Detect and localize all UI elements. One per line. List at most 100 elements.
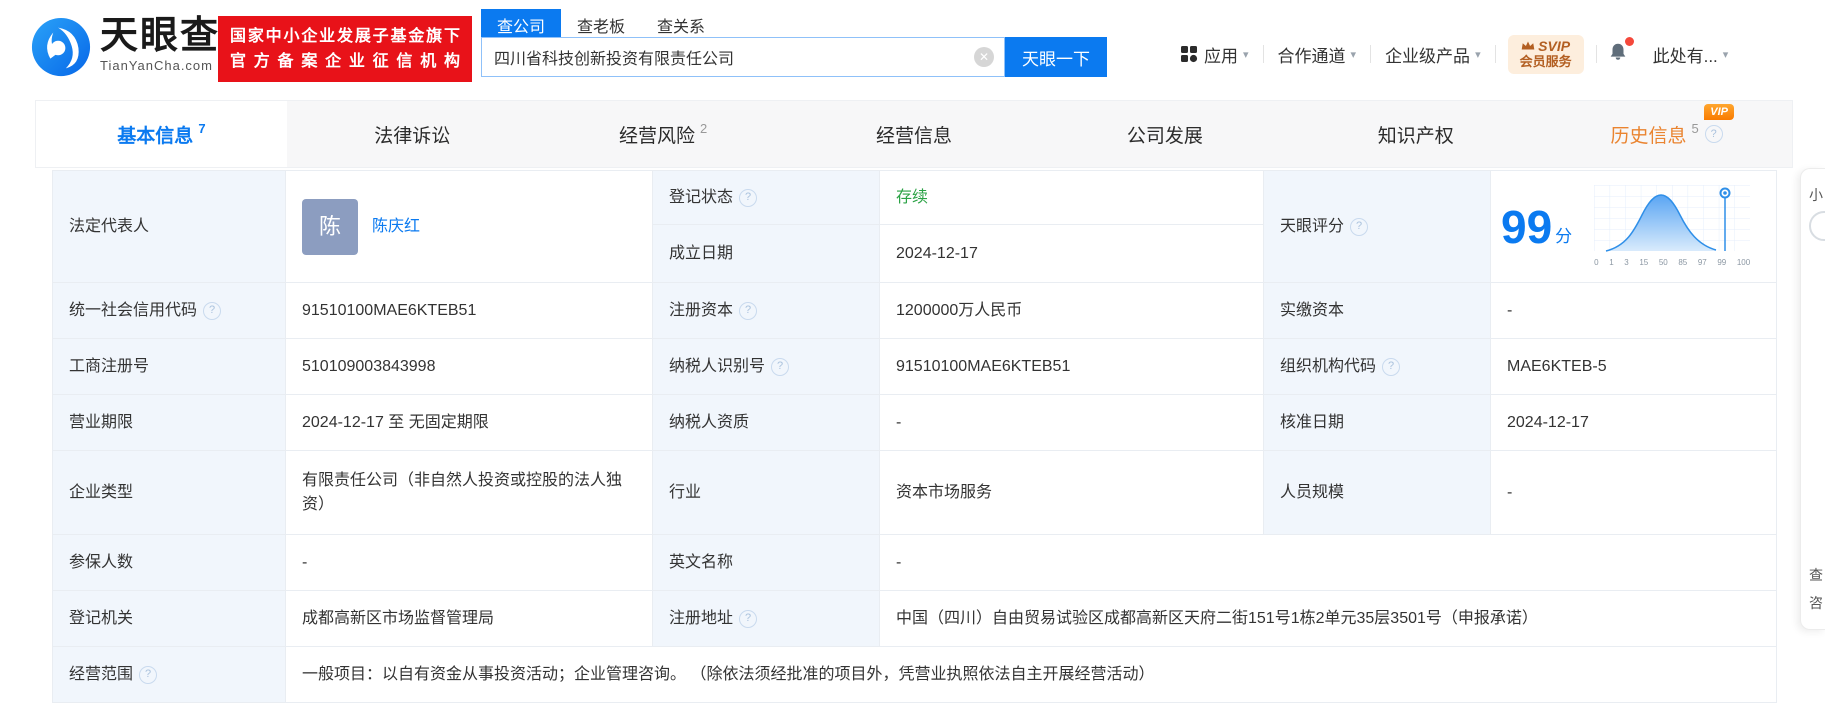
field-industry-label: 行业 — [653, 451, 880, 535]
nav-apps-label: 应用 — [1204, 46, 1238, 66]
avatar[interactable]: 陈 — [302, 198, 358, 255]
score-unit: 分 — [1555, 226, 1573, 246]
field-established-value: 2024-12-17 — [880, 225, 1264, 283]
tab-label: 基本信息 — [117, 125, 194, 147]
field-registration-status-value: 存续 — [880, 171, 1264, 225]
field-registered-address-label: 注册地址 ? — [653, 591, 880, 647]
toolbar-fragment: 咨 — [1809, 595, 1823, 611]
field-paid-in-capital-value: - — [1491, 283, 1777, 339]
tab-company-development[interactable]: 公司发展 — [1039, 101, 1290, 167]
grid-icon — [1181, 46, 1198, 63]
field-org-code-label: 组织机构代码 ? — [1264, 339, 1491, 395]
svip-service-label: 会员服务 — [1519, 53, 1572, 69]
company-info-table: 法定代表人 陈 陈庆红 登记状态 ? 存续 天眼评分 ? 99 分 0 1 3 … — [52, 170, 1777, 703]
tab-intellectual-property[interactable]: 知识产权 — [1290, 101, 1541, 167]
tab-business-info[interactable]: 经营信息 — [789, 101, 1040, 167]
field-registered-address-value: 中国（四川）自由贸易试验区成都高新区天府二街151号1栋2单元35层3501号（… — [880, 591, 1777, 647]
search-box: ✕ — [481, 37, 1005, 77]
field-registration-authority-label: 登记机关 — [53, 591, 286, 647]
tianyancha-logo-icon — [30, 16, 92, 83]
notifications-bell[interactable] — [1607, 36, 1634, 68]
tab-label: 公司发展 — [1126, 125, 1203, 147]
score-distribution-chart: 01 3 15 50 85 97 99 100 — [1594, 184, 1751, 269]
field-insured-count-value: - — [286, 535, 653, 591]
gov-badge-line2: 官方备案企业征信机构 — [230, 53, 460, 70]
help-icon[interactable]: ? — [1382, 357, 1401, 376]
field-taxpayer-id-value: 91510100MAE6KTEB51 — [880, 339, 1264, 395]
help-icon[interactable]: ? — [1704, 125, 1723, 143]
field-reg-number-value: 510109003843998 — [286, 339, 653, 395]
field-approval-date-value: 2024-12-17 — [1491, 395, 1777, 451]
gov-certification-badge: 国家中小企业发展子基金旗下 官方备案企业征信机构 — [218, 16, 472, 82]
field-paid-in-capital-label: 实缴资本 — [1264, 283, 1491, 339]
logo-brand-text: 天眼查 — [100, 15, 221, 57]
svip-membership-badge[interactable]: SVIP 会员服务 — [1507, 34, 1584, 74]
chevron-down-icon: ▾ — [1350, 48, 1357, 61]
field-staff-size-value: - — [1491, 451, 1777, 535]
help-icon[interactable]: ? — [203, 301, 222, 320]
tab-basic-info[interactable]: 基本信息 7 — [36, 101, 287, 167]
help-icon[interactable]: ? — [739, 609, 758, 628]
field-org-code-value: MAE6KTEB-5 — [1491, 339, 1777, 395]
nav-partner-label: 合作通道 — [1277, 46, 1346, 66]
divider — [1595, 45, 1597, 63]
svip-label: SVIP — [1538, 37, 1571, 54]
field-business-scope-label: 经营范围 ? — [53, 647, 286, 703]
search-input[interactable] — [482, 48, 974, 66]
field-industry-value: 资本市场服务 — [880, 451, 1264, 535]
field-staff-size-label: 人员规模 — [1264, 451, 1491, 535]
tab-label: 法律诉讼 — [374, 125, 451, 147]
help-icon[interactable]: ? — [739, 188, 758, 207]
field-company-type-value: 有限责任公司（非自然人投资或控股的法人独资） — [286, 451, 653, 535]
help-icon[interactable]: ? — [139, 665, 158, 684]
tab-count: 2 — [700, 120, 708, 136]
field-taxpayer-id-label: 纳税人识别号 ? — [653, 339, 880, 395]
field-english-name-label: 英文名称 — [653, 535, 880, 591]
help-icon[interactable]: ? — [739, 301, 758, 320]
field-registration-status-label: 登记状态 ? — [653, 171, 880, 225]
nav-enterprise-label: 企业级产品 — [1385, 46, 1471, 66]
field-registration-authority-value: 成都高新区市场监督管理局 — [286, 591, 653, 647]
field-registered-capital-value: 1200000万人民币 — [880, 283, 1264, 339]
field-reg-number-label: 工商注册号 — [53, 339, 286, 395]
nav-partner-channel[interactable]: 合作通道 ▾ — [1264, 42, 1371, 67]
help-icon[interactable]: ? — [1350, 217, 1369, 236]
toolbar-circle-icon — [1809, 211, 1825, 241]
field-taxpayer-quality-label: 纳税人资质 — [653, 395, 880, 451]
help-icon[interactable]: ? — [771, 357, 790, 376]
gov-badge-line1: 国家中小企业发展子基金旗下 — [230, 28, 460, 45]
field-credit-code-value: 91510100MAE6KTEB51 — [286, 283, 653, 339]
tab-label: 历史信息 — [1610, 125, 1687, 147]
field-legal-rep-label: 法定代表人 — [53, 171, 286, 283]
nav-user-menu[interactable]: 此处有... ▾ — [1639, 42, 1743, 67]
field-legal-rep-value: 陈 陈庆红 — [286, 171, 653, 283]
field-taxpayer-quality-value: - — [880, 395, 1264, 451]
nav-apps[interactable]: 应用 ▾ — [1166, 42, 1263, 67]
tab-operating-risk[interactable]: 经营风险 2 — [538, 101, 789, 167]
tianyancha-logo[interactable]: 天眼查 TianYanCha.com — [30, 16, 220, 83]
nav-user-label: 此处有... — [1652, 46, 1718, 66]
status-badge: 存续 — [896, 188, 929, 206]
search-button[interactable]: 天眼一下 — [1005, 37, 1107, 77]
chevron-down-icon: ▾ — [1722, 48, 1729, 61]
section-tabbar: 基本信息 7 法律诉讼 经营风险 2 经营信息 公司发展 知识产权 VIP 历史… — [35, 100, 1793, 168]
tab-legal-proceedings[interactable]: 法律诉讼 — [287, 101, 538, 167]
tab-count: 5 — [1691, 120, 1699, 136]
tab-label: 经营信息 — [876, 125, 953, 147]
page: 天眼查 TianYanCha.com 国家中小企业发展子基金旗下 官方备案企业征… — [0, 0, 1825, 714]
field-credit-code-label: 统一社会信用代码 ? — [53, 283, 286, 339]
field-english-name-value: - — [880, 535, 1777, 591]
clear-search-icon[interactable]: ✕ — [974, 47, 994, 67]
legal-rep-link[interactable]: 陈庆红 — [372, 215, 420, 239]
top-nav: 应用 ▾ 合作通道 ▾ 企业级产品 ▾ SVIP 会员服务 此处有... ▾ — [1166, 32, 1742, 76]
nav-enterprise-products[interactable]: 企业级产品 ▾ — [1371, 42, 1495, 67]
notification-dot — [1624, 36, 1634, 46]
vip-badge: VIP — [1704, 104, 1735, 120]
field-business-term-value: 2024-12-17 至 无固定期限 — [286, 395, 653, 451]
field-business-term-label: 营业期限 — [53, 395, 286, 451]
chevron-down-icon: ▾ — [1475, 48, 1481, 61]
field-score-label: 天眼评分 ? — [1264, 171, 1491, 283]
floating-side-toolbar[interactable]: 小 查 咨 — [1800, 168, 1825, 630]
field-business-scope-value: 一般项目：以自有资金从事投资活动；企业管理咨询。 （除依法须经批准的项目外，凭营… — [286, 647, 1777, 703]
tab-history-info[interactable]: VIP 历史信息 5 ? — [1541, 101, 1792, 167]
